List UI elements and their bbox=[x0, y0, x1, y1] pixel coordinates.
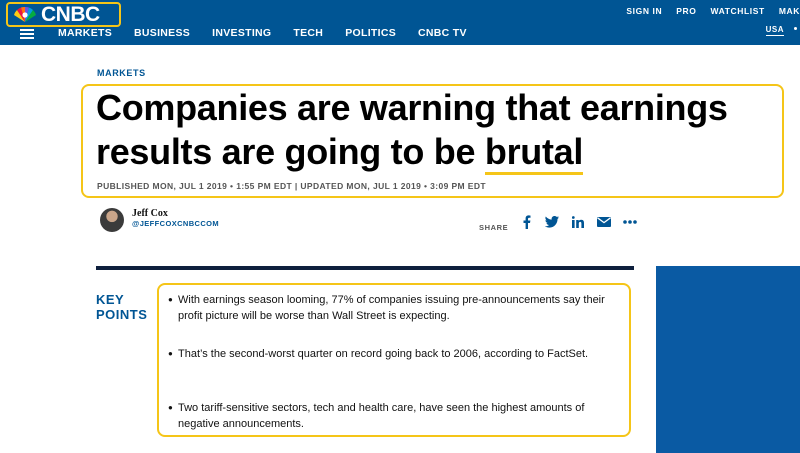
bullet-icon: ● bbox=[168, 295, 173, 304]
bullet-icon: ● bbox=[168, 403, 173, 412]
article-timestamp: PUBLISHED MON, JUL 1 2019 • 1:55 PM EDT … bbox=[97, 181, 486, 191]
more-icon[interactable] bbox=[623, 215, 637, 229]
utility-links: SIGN IN PRO WATCHLIST MAK bbox=[626, 6, 800, 16]
key-point-item: ● That’s the second-worst quarter on rec… bbox=[168, 346, 620, 362]
key-point-text: Two tariff-sensitive sectors, tech and h… bbox=[178, 402, 585, 430]
nav-item-markets[interactable]: MARKETS bbox=[58, 27, 112, 39]
pro-link[interactable]: PRO bbox=[676, 6, 696, 16]
key-points-title: KEY POINTS bbox=[96, 292, 147, 322]
nav-item-tech[interactable]: TECH bbox=[293, 27, 323, 39]
logo-text: CNBC bbox=[41, 3, 100, 26]
key-point-text: With earnings season looming, 77% of com… bbox=[178, 294, 605, 322]
section-tag[interactable]: MARKETS bbox=[97, 68, 146, 78]
nav-item-cnbc-tv[interactable]: CNBC TV bbox=[418, 27, 467, 39]
key-point-item: ● With earnings season looming, 77% of c… bbox=[168, 292, 620, 324]
author-twitter-handle[interactable]: @JEFFCOXCNBCCOM bbox=[132, 219, 219, 228]
twitter-icon[interactable] bbox=[545, 215, 559, 229]
make-it-link[interactable]: MAK bbox=[779, 6, 800, 16]
sign-in-link[interactable]: SIGN IN bbox=[626, 6, 662, 16]
author-name[interactable]: Jeff Cox bbox=[132, 208, 168, 219]
nav-item-business[interactable]: BUSINESS bbox=[134, 27, 190, 39]
linkedin-icon[interactable] bbox=[571, 215, 585, 229]
key-points-title-line1: KEY bbox=[96, 292, 125, 307]
headline-text: Companies are warning that earnings resu… bbox=[96, 87, 728, 172]
sidebar-ad-panel bbox=[656, 266, 800, 453]
region-dot-icon bbox=[794, 27, 797, 30]
key-points-divider bbox=[96, 266, 634, 270]
key-points-title-line2: POINTS bbox=[96, 307, 148, 322]
cnbc-logo[interactable]: CNBC bbox=[6, 2, 121, 27]
headline-highlight-word: brutal bbox=[484, 131, 583, 175]
site-header: CNBC SIGN IN PRO WATCHLIST MAK MARKETS B… bbox=[0, 0, 800, 45]
watchlist-link[interactable]: WATCHLIST bbox=[710, 6, 764, 16]
share-label: SHARE bbox=[479, 223, 509, 232]
hamburger-menu-icon[interactable] bbox=[20, 29, 34, 39]
key-point-item: ● Two tariff-sensitive sectors, tech and… bbox=[168, 400, 620, 432]
bullet-icon: ● bbox=[168, 349, 173, 358]
author-avatar[interactable] bbox=[100, 208, 124, 232]
email-icon[interactable] bbox=[597, 215, 611, 229]
article-headline: Companies are warning that earnings resu… bbox=[96, 86, 786, 175]
nav-item-politics[interactable]: POLITICS bbox=[345, 27, 396, 39]
peacock-icon bbox=[14, 6, 36, 22]
main-nav: MARKETS BUSINESS INVESTING TECH POLITICS… bbox=[58, 27, 489, 39]
region-selector[interactable]: USA bbox=[765, 25, 784, 36]
key-point-text: That’s the second-worst quarter on recor… bbox=[178, 348, 589, 360]
nav-item-investing[interactable]: INVESTING bbox=[212, 27, 271, 39]
facebook-icon[interactable] bbox=[519, 215, 533, 229]
share-bar bbox=[519, 215, 649, 229]
